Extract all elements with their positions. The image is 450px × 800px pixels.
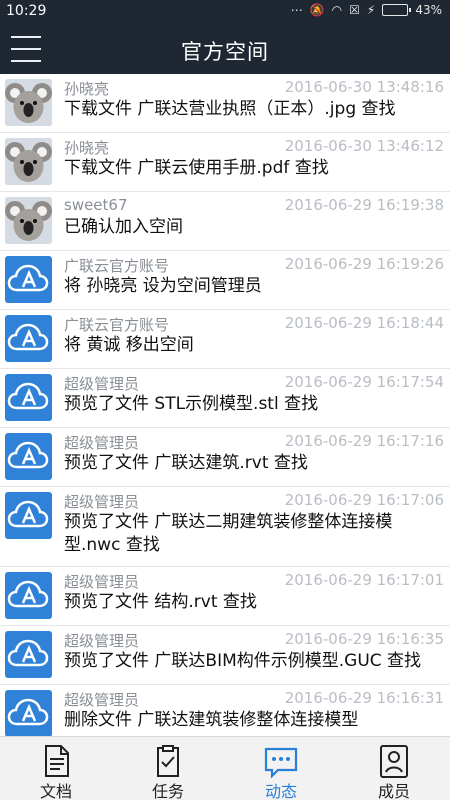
feed-text: 已确认加入空间 <box>64 217 183 237</box>
feed-time: 2016-06-29 16:16:31 <box>284 689 444 707</box>
member-icon <box>380 745 408 778</box>
feed-actor: 孙晓亮 <box>64 139 110 157</box>
feed-text: 下载文件 广联云使用手册.pdf 查找 <box>64 158 329 178</box>
feed-text: 下载文件 广联达营业执照（正本）.jpg 查找 <box>64 99 396 119</box>
page-title: 官方空间 <box>181 40 269 64</box>
tab-documents[interactable]: 文档 <box>0 737 112 800</box>
feed-text: 预览了文件 结构.rvt 查找 <box>64 592 257 612</box>
feed-item[interactable]: 超级管理员 2016-06-29 16:16:31 删除文件 广联达建筑装修整体… <box>0 685 450 736</box>
feed-text: 删除文件 广联达建筑装修整体连接模型 <box>64 710 359 730</box>
feed-time: 2016-06-29 16:17:54 <box>284 373 444 391</box>
cloud-logo-icon <box>5 631 52 678</box>
silent-bell-icon: 🔕 <box>309 3 325 17</box>
feed-item[interactable]: 超级管理员 2016-06-29 16:17:54 预览了文件 STL示例模型.… <box>0 369 450 428</box>
tab-label: 任务 <box>151 782 184 800</box>
status-icons: ⋯ 🔕 ◠ ☒ ⚡ 43% <box>291 3 442 17</box>
feed-text: 将 黄诚 移出空间 <box>64 335 194 355</box>
feed-item[interactable]: 广联云官方账号 2016-06-29 16:18:44 将 黄诚 移出空间 <box>0 310 450 369</box>
feed-time: 2016-06-29 16:17:06 <box>284 491 444 509</box>
wifi-icon: ◠ <box>331 3 343 17</box>
feed-actor: 孙晓亮 <box>64 80 110 98</box>
feed-text: 预览了文件 广联达建筑.rvt 查找 <box>64 453 308 473</box>
tab-label: 动态 <box>264 782 297 800</box>
feed-time: 2016-06-29 16:19:26 <box>284 255 444 273</box>
status-bar: 10:29 ⋯ 🔕 ◠ ☒ ⚡ 43% <box>0 0 450 24</box>
feed-actor: 超级管理员 <box>64 375 140 393</box>
tab-label: 文档 <box>39 782 72 800</box>
cloud-logo-icon <box>5 315 52 362</box>
feed-actor: 超级管理员 <box>64 434 140 452</box>
feed-text: 预览了文件 广联达二期建筑装修整体连接模型.nwc 查找 <box>64 512 393 555</box>
feed-time: 2016-06-30 13:46:12 <box>284 137 444 155</box>
battery-percent: 43% <box>415 3 442 17</box>
feed-time: 2016-06-29 16:17:01 <box>284 571 444 589</box>
koala-avatar-icon <box>5 197 52 244</box>
feed-time: 2016-06-29 16:16:35 <box>284 630 444 648</box>
tab-members[interactable]: 成员 <box>338 737 450 800</box>
feed-time: 2016-06-29 16:17:16 <box>284 432 444 450</box>
feed-item[interactable]: sweet67 2016-06-29 16:19:38 已确认加入空间 <box>0 192 450 251</box>
clipboard-task-icon <box>157 745 179 777</box>
feed-actor: 超级管理员 <box>64 493 140 511</box>
feed-actor: 超级管理员 <box>64 632 140 650</box>
cloud-logo-icon <box>5 256 52 303</box>
activity-feed[interactable]: 孙晓亮 2016-06-30 13:48:16 下载文件 广联达营业执照（正本）… <box>0 74 450 736</box>
bottom-tab-bar: 文档 任务 动态 成员 <box>0 736 450 800</box>
cloud-logo-icon <box>5 572 52 619</box>
feed-actor: 广联云官方账号 <box>64 316 170 334</box>
koala-avatar-icon <box>5 79 52 126</box>
cloud-logo-icon <box>5 690 52 736</box>
signal-icon: ⋯ <box>290 3 303 17</box>
cloud-logo-icon <box>5 374 52 421</box>
battery-icon <box>382 4 412 16</box>
feed-item[interactable]: 超级管理员 2016-06-29 16:17:01 预览了文件 结构.rvt 查… <box>0 567 450 626</box>
tab-activity[interactable]: 动态 <box>225 737 337 800</box>
feed-item[interactable]: 超级管理员 2016-06-29 16:17:06 预览了文件 广联达二期建筑装… <box>0 487 450 567</box>
feed-time: 2016-06-30 13:48:16 <box>284 78 444 96</box>
status-time: 10:29 <box>6 3 47 19</box>
feed-item[interactable]: 广联云官方账号 2016-06-29 16:19:26 将 孙晓亮 设为空间管理… <box>0 251 450 310</box>
document-icon <box>45 745 69 777</box>
app-header: 官方空间 <box>0 24 450 74</box>
feed-time: 2016-06-29 16:19:38 <box>284 196 444 214</box>
feed-text: 将 孙晓亮 设为空间管理员 <box>64 276 262 296</box>
feed-actor: 超级管理员 <box>64 691 140 709</box>
feed-actor: 广联云官方账号 <box>64 257 170 275</box>
feed-item[interactable]: 超级管理员 2016-06-29 16:17:16 预览了文件 广联达建筑.rv… <box>0 428 450 487</box>
feed-actor: 超级管理员 <box>64 573 140 591</box>
cloud-logo-icon <box>5 492 52 539</box>
charging-icon: ⚡ <box>366 3 376 17</box>
tab-tasks[interactable]: 任务 <box>112 737 224 800</box>
feed-text: 预览了文件 广联达BIM构件示例模型.GUC 查找 <box>64 651 422 671</box>
koala-avatar-icon <box>5 138 52 185</box>
tab-label: 成员 <box>377 782 410 800</box>
cloud-logo-icon <box>5 433 52 480</box>
feed-actor: sweet67 <box>64 196 128 214</box>
chat-bubble-icon <box>264 747 298 779</box>
feed-item[interactable]: 孙晓亮 2016-06-30 13:46:12 下载文件 广联云使用手册.pdf… <box>0 133 450 192</box>
feed-text: 预览了文件 STL示例模型.stl 查找 <box>64 394 319 414</box>
sim-icon: ☒ <box>349 3 360 17</box>
feed-item[interactable]: 孙晓亮 2016-06-30 13:48:16 下载文件 广联达营业执照（正本）… <box>0 74 450 133</box>
feed-time: 2016-06-29 16:18:44 <box>284 314 444 332</box>
feed-item[interactable]: 超级管理员 2016-06-29 16:16:35 预览了文件 广联达BIM构件… <box>0 626 450 685</box>
